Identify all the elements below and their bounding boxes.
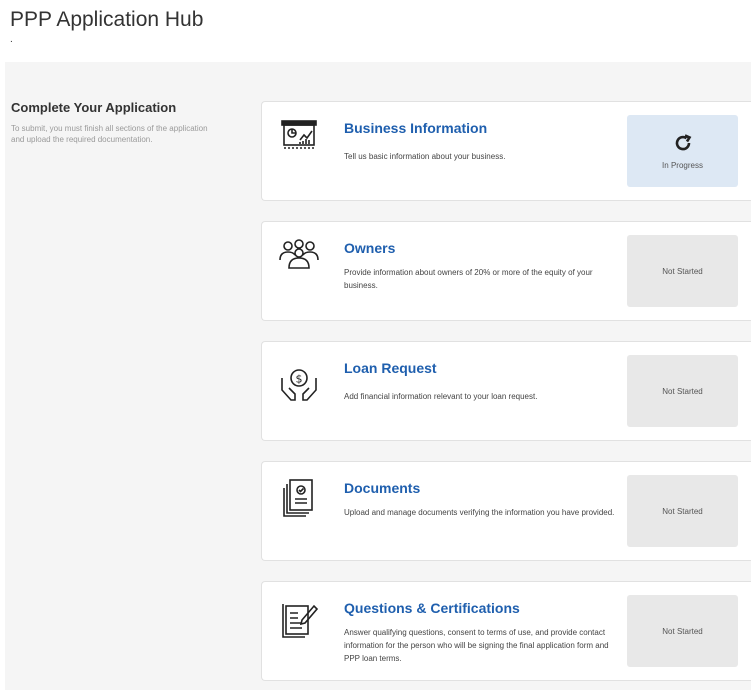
presentation-chart-icon bbox=[278, 116, 320, 158]
status-label: Not Started bbox=[662, 266, 703, 276]
status-label: Not Started bbox=[662, 386, 703, 396]
section-description: Provide information about owners of 20% … bbox=[344, 268, 593, 290]
status-label: Not Started bbox=[662, 506, 703, 516]
section-description: Tell us basic information about your bus… bbox=[344, 152, 506, 161]
status-label: In Progress bbox=[662, 160, 703, 170]
status-badge: Not Started bbox=[627, 355, 738, 427]
title-marker: . bbox=[10, 34, 13, 45]
section-card-documents[interactable]: Documents Upload and manage documents ve… bbox=[261, 461, 751, 561]
section-title[interactable]: Documents bbox=[344, 480, 420, 496]
section-title[interactable]: Business Information bbox=[344, 120, 487, 136]
section-title[interactable]: Questions & Certifications bbox=[344, 600, 520, 616]
section-card-questions-certifications[interactable]: Questions & Certifications Answer qualif… bbox=[261, 581, 751, 681]
document-stack-icon bbox=[278, 476, 320, 518]
status-label: Not Started bbox=[662, 626, 703, 636]
certification-edit-icon bbox=[278, 596, 320, 638]
intro-text: To submit, you must finish all sections … bbox=[11, 124, 208, 144]
status-badge: Not Started bbox=[627, 475, 738, 547]
section-card-business-information[interactable]: Business Information Tell us basic infor… bbox=[261, 101, 751, 201]
application-content: Complete Your Application To submit, you… bbox=[5, 62, 751, 690]
section-title[interactable]: Loan Request bbox=[344, 360, 437, 376]
money-hands-icon: $ bbox=[278, 364, 320, 406]
intro-panel: Complete Your Application To submit, you… bbox=[11, 100, 211, 145]
status-badge: Not Started bbox=[627, 235, 738, 307]
section-description: Answer qualifying questions, consent to … bbox=[344, 628, 609, 663]
status-badge: In Progress bbox=[627, 115, 738, 187]
page-title: PPP Application Hub bbox=[10, 8, 204, 31]
svg-text:$: $ bbox=[296, 373, 303, 386]
refresh-icon bbox=[675, 133, 691, 150]
status-badge: Not Started bbox=[627, 595, 738, 667]
section-title[interactable]: Owners bbox=[344, 240, 395, 256]
section-card-loan-request[interactable]: $ Loan Request Add financial information… bbox=[261, 341, 751, 441]
section-description: Upload and manage documents verifying th… bbox=[344, 508, 615, 517]
people-group-icon bbox=[278, 236, 320, 278]
intro-heading: Complete Your Application bbox=[11, 100, 177, 115]
section-card-owners[interactable]: Owners Provide information about owners … bbox=[261, 221, 751, 321]
section-description: Add financial information relevant to yo… bbox=[344, 392, 538, 401]
